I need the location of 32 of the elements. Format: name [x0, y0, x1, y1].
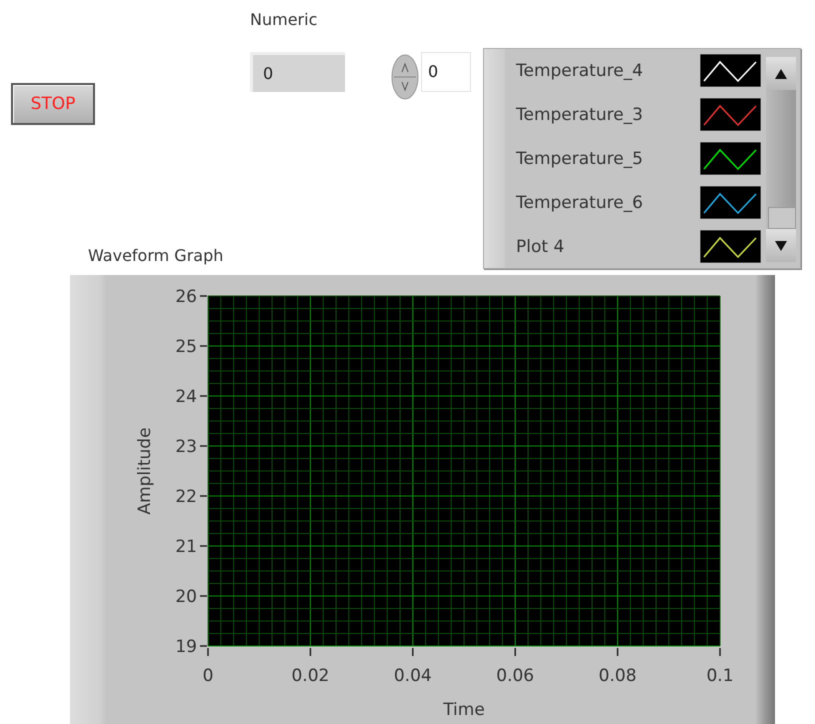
axis-title: Time — [443, 700, 485, 720]
tick-label: 0.1 — [706, 666, 734, 686]
plot-name: Temperature_3 — [516, 104, 644, 124]
spinner-icon[interactable] — [391, 54, 419, 100]
plot-name: Temperature_6 — [516, 192, 644, 212]
scroll-down-button[interactable] — [766, 229, 796, 262]
tick-label: 22 — [175, 487, 197, 507]
tick-label: 24 — [175, 387, 197, 407]
scroll-up-button[interactable] — [766, 57, 796, 90]
down-arrow-icon — [775, 240, 787, 252]
tick-label: 20 — [175, 587, 197, 607]
numeric-field[interactable]: 0 — [421, 52, 471, 92]
tick-label: 25 — [175, 337, 197, 357]
tick-label: 0 — [202, 666, 214, 686]
scroll-bar[interactable] — [766, 57, 796, 262]
numeric-indicator: 0 — [250, 52, 345, 92]
plot-name: Temperature_5 — [516, 148, 644, 168]
tick-label: 0.04 — [394, 666, 432, 686]
numeric-label: Numeric — [250, 10, 318, 29]
plot-name: Plot 4 — [516, 236, 566, 256]
tick-label: 0.08 — [598, 666, 637, 686]
tick-label: 0.06 — [496, 666, 534, 686]
scroll-thumb[interactable] — [768, 207, 796, 229]
up-arrow-icon — [775, 68, 787, 80]
axis-title: Amplitude — [135, 427, 155, 515]
tick-label: 23 — [175, 437, 197, 457]
tick-label: 26 — [175, 287, 197, 307]
plot-name: Temperature_4 — [516, 60, 644, 80]
tick-label: 21 — [175, 537, 197, 557]
tick-label: 19 — [175, 637, 197, 657]
graph-title: Waveform Graph — [88, 246, 224, 265]
tick-label: 0.02 — [291, 666, 330, 686]
